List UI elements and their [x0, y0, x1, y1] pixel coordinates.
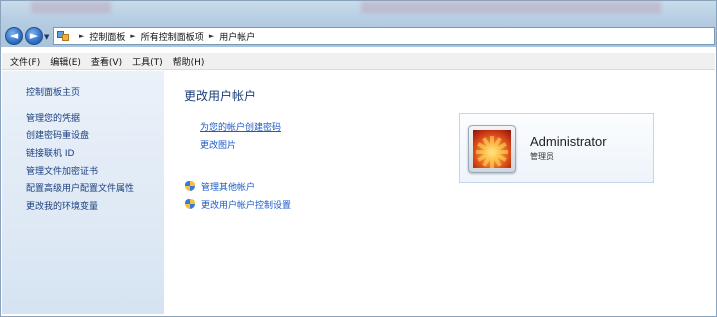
menu-edit[interactable]: 编辑(E) — [50, 55, 81, 68]
breadcrumb-item-user-accounts[interactable]: 用户帐户 — [219, 30, 255, 43]
window: ◄ ► ▼ ► 控制面板 ► 所有控制面板项 ► 用户帐户 文件(F) 编辑(E… — [0, 0, 717, 317]
manage-other-accounts-label: 管理其他帐户 — [201, 183, 256, 193]
user-role: 管理员 — [530, 152, 554, 161]
user-account-card: Administrator 管理员 — [459, 113, 654, 183]
address-bar[interactable]: ► 控制面板 ► 所有控制面板项 ► 用户帐户 — [53, 27, 715, 45]
create-password-link[interactable]: 为您的帐户创建密码 — [200, 120, 281, 133]
menu-help[interactable]: 帮助(H) — [173, 55, 205, 68]
breadcrumb-separator-icon: ► — [208, 32, 215, 40]
breadcrumb-separator-icon: ► — [130, 32, 136, 40]
sidebar-link-environment-variables[interactable]: 更改我的环境变量 — [26, 199, 98, 212]
blurred-title-area — [361, 1, 661, 13]
forward-button[interactable]: ► — [25, 27, 43, 45]
flower-picture-icon — [473, 130, 511, 168]
back-button[interactable]: ◄ — [5, 27, 23, 45]
sidebar-link-online-id[interactable]: 链接联机 ID — [26, 146, 74, 159]
menu-file[interactable]: 文件(F) — [10, 55, 40, 68]
breadcrumb-item-control-panel[interactable]: 控制面板 — [89, 30, 125, 43]
breadcrumb-separator-icon: ► — [79, 32, 85, 40]
control-panel-icon — [57, 30, 70, 42]
change-picture-link[interactable]: 更改图片 — [200, 138, 236, 151]
sidebar: 控制面板主页 管理您的凭据 创建密码重设盘 链接联机 ID 管理文件加密证书 配… — [2, 71, 164, 314]
sidebar-link-password-reset-disk[interactable]: 创建密码重设盘 — [26, 128, 89, 141]
uac-settings-link[interactable]: 更改用户帐户控制设置 — [185, 198, 291, 211]
breadcrumb-item-all-items[interactable]: 所有控制面板项 — [141, 30, 204, 43]
sidebar-link-encryption-certificates[interactable]: 管理文件加密证书 — [26, 164, 98, 177]
menu-tools[interactable]: 工具(T) — [132, 55, 163, 68]
user-name: Administrator — [530, 134, 607, 149]
forward-arrow-icon: ► — [29, 29, 39, 42]
sidebar-link-profile-properties[interactable]: 配置高级用户配置文件属性 — [26, 181, 134, 194]
uac-shield-icon — [185, 199, 195, 210]
back-arrow-icon: ◄ — [9, 29, 19, 42]
menu-bar: 文件(F) 编辑(E) 查看(V) 工具(T) 帮助(H) — [2, 53, 715, 70]
breadcrumb: ► 控制面板 ► 所有控制面板项 ► 用户帐户 — [74, 30, 255, 43]
title-bar: ◄ ► ▼ ► 控制面板 ► 所有控制面板项 ► 用户帐户 — [1, 1, 716, 47]
sidebar-link-manage-credentials[interactable]: 管理您的凭据 — [26, 111, 80, 124]
manage-other-accounts-link[interactable]: 管理其他帐户 — [185, 180, 255, 193]
blurred-title-area — [31, 1, 111, 13]
menu-view[interactable]: 查看(V) — [91, 55, 122, 68]
main-content: 更改用户帐户 为您的帐户创建密码 更改图片 管理其他帐户 更改用户帐户控制设置 — [165, 71, 715, 314]
avatar[interactable] — [468, 125, 516, 173]
uac-settings-label: 更改用户帐户控制设置 — [201, 201, 292, 211]
recent-pages-dropdown[interactable]: ▼ — [44, 33, 49, 41]
sidebar-home-link[interactable]: 控制面板主页 — [26, 85, 80, 98]
page-title: 更改用户帐户 — [184, 89, 257, 103]
uac-shield-icon — [185, 181, 195, 192]
